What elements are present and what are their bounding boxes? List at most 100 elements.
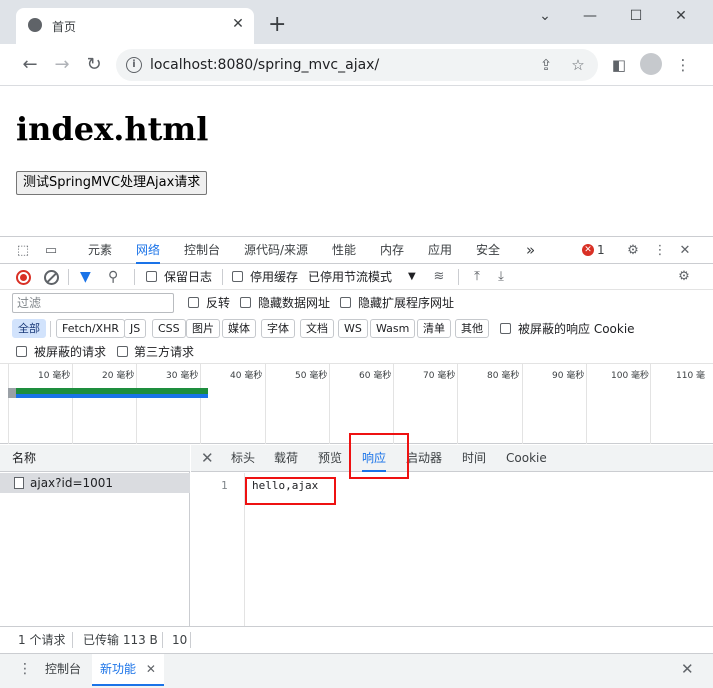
tab-application[interactable]: 应用 [428, 237, 452, 264]
address-bar[interactable]: i localhost:8080/spring_mvc_ajax/ ⇪ ☆ [116, 49, 598, 81]
chip-js[interactable]: JS [124, 319, 147, 338]
chip-all[interactable]: 全部 [12, 319, 46, 338]
chip-img[interactable]: 图片 [186, 319, 220, 338]
timeline-label: 30 毫秒 [166, 371, 199, 381]
timeline-label: 90 毫秒 [552, 371, 585, 381]
network-status-bar: 1 个请求 已传输 113 B 10 [0, 626, 713, 653]
minimize-icon[interactable]: — [575, 6, 605, 26]
site-info-icon[interactable]: i [126, 57, 142, 73]
chevron-down-icon[interactable]: ▼ [408, 264, 416, 290]
chip-doc[interactable]: 文档 [300, 319, 334, 338]
clear-icon[interactable] [44, 270, 59, 285]
import-har-icon[interactable]: ⤒ [468, 268, 486, 286]
hide-data-urls-label: 隐藏数据网址 [258, 296, 331, 310]
tab-security[interactable]: 安全 [476, 237, 500, 264]
chip-media[interactable]: 媒体 [222, 319, 256, 338]
tab-preview[interactable]: 预览 [318, 445, 342, 472]
url-text[interactable]: localhost:8080/spring_mvc_ajax/ [150, 57, 379, 73]
third-party-checkbox[interactable] [117, 346, 128, 357]
blocked-cookies-checkbox[interactable] [500, 323, 511, 334]
disable-cache-checkbox[interactable] [232, 271, 243, 282]
close-drawer-icon[interactable]: ✕ [681, 654, 694, 684]
close-detail-icon[interactable]: ✕ [201, 445, 214, 472]
name-column-header[interactable]: 名称 [0, 445, 190, 472]
close-devtools-icon[interactable]: ✕ [676, 242, 694, 260]
browser-tab[interactable]: 首页 ✕ [16, 8, 254, 44]
forward-icon[interactable]: → [50, 53, 74, 77]
drawer-tab-console[interactable]: 控制台 [45, 654, 81, 684]
blocked-requests-checkbox[interactable] [16, 346, 27, 357]
profile-avatar-icon[interactable] [640, 53, 662, 75]
timeline-gridline [8, 364, 9, 444]
tab-console[interactable]: 控制台 [184, 237, 220, 264]
chip-fetch-xhr[interactable]: Fetch/XHR [56, 319, 125, 338]
share-icon[interactable]: ⇪ [536, 55, 556, 75]
back-icon[interactable]: ← [18, 53, 42, 77]
more-tabs-icon[interactable]: » [526, 237, 535, 264]
new-tab-button[interactable]: + [268, 14, 286, 36]
chip-other[interactable]: 其他 [455, 319, 489, 338]
hide-data-urls-checkbox[interactable] [240, 297, 251, 308]
network-conditions-icon[interactable]: ≋ [430, 268, 448, 286]
request-list: 名称 ajax?id=1001 [0, 445, 190, 626]
drawer-tab-whats-new[interactable]: 新功能 ✕ [92, 654, 164, 686]
hide-extension-urls-checkbox[interactable] [340, 297, 351, 308]
drawer-menu-icon[interactable]: ⋮ [18, 654, 32, 684]
preserve-log-checkbox[interactable] [146, 271, 157, 282]
inspect-element-icon[interactable]: ⬚ [14, 242, 32, 260]
tab-timing[interactable]: 时间 [462, 445, 486, 472]
tab-payload[interactable]: 载荷 [274, 445, 298, 472]
transferred-size: 已传输 113 B [83, 633, 158, 647]
test-ajax-button[interactable]: 测试SpringMVC处理Ajax请求 [16, 171, 208, 195]
tab-sources[interactable]: 源代码/来源 [244, 237, 308, 264]
tab-memory[interactable]: 内存 [380, 237, 404, 264]
close-window-icon[interactable]: ✕ [666, 6, 696, 26]
tab-performance[interactable]: 性能 [332, 237, 356, 264]
device-toolbar-icon[interactable]: ▭ [42, 242, 60, 260]
status-extra: 10 [172, 633, 188, 647]
preserve-log-label: 保留日志 [164, 270, 213, 284]
record-icon[interactable] [16, 270, 31, 285]
chip-font[interactable]: 字体 [261, 319, 295, 338]
request-row[interactable]: ajax?id=1001 [0, 473, 190, 493]
drawer-tab-whats-new-label: 新功能 [100, 662, 137, 676]
settings-gear-icon[interactable]: ⚙ [624, 242, 642, 260]
chip-wasm[interactable]: Wasm [370, 319, 416, 338]
side-panel-icon[interactable]: ◧ [608, 54, 630, 76]
export-har-icon[interactable]: ⤓ [492, 268, 510, 286]
reload-icon[interactable]: ↻ [82, 53, 106, 77]
throttling-select[interactable]: 已停用节流模式 [308, 264, 392, 290]
tab-cookies[interactable]: Cookie [506, 445, 547, 472]
chip-manifest[interactable]: 清单 [417, 319, 451, 338]
bookmark-star-icon[interactable]: ☆ [568, 55, 588, 75]
divider [134, 269, 135, 285]
network-settings-icon[interactable]: ⚙ [675, 268, 693, 286]
tab-title: 首页 [52, 20, 77, 34]
chip-ws[interactable]: WS [338, 319, 368, 338]
close-drawer-tab-icon[interactable]: ✕ [146, 662, 156, 676]
tab-initiator[interactable]: 启动器 [406, 445, 442, 472]
timeline-label: 10 毫秒 [38, 371, 71, 381]
request-detail-pane: ✕ 标头 载荷 预览 响应 启动器 时间 Cookie 1 hello,ajax [191, 445, 713, 626]
maximize-icon[interactable]: ☐ [621, 6, 651, 26]
devtools-menu-icon[interactable]: ⋮ [651, 242, 669, 260]
invert-checkbox[interactable] [188, 297, 199, 308]
tab-headers[interactable]: 标头 [231, 445, 255, 472]
error-icon[interactable]: ✕ [582, 244, 594, 256]
browser-menu-icon[interactable]: ⋮ [672, 54, 694, 76]
search-icon[interactable]: ⚲ [108, 269, 124, 285]
globe-icon [28, 18, 42, 32]
timeline-label: 70 毫秒 [423, 371, 456, 381]
filter-icon[interactable]: ▼ [80, 269, 96, 285]
error-count[interactable]: 1 [597, 237, 605, 264]
filter-input[interactable]: 过滤 [12, 293, 174, 313]
browser-toolbar: ← → ↻ i localhost:8080/spring_mvc_ajax/ … [0, 44, 713, 86]
timeline-gridline [329, 364, 330, 444]
network-overview-timeline[interactable]: 10 毫秒 20 毫秒 30 毫秒 40 毫秒 50 毫秒 60 毫秒 70 毫… [0, 364, 713, 444]
tab-elements[interactable]: 元素 [88, 237, 112, 264]
tab-search-icon[interactable]: ⌄ [530, 6, 560, 26]
devtools-tabs: ⬚ ▭ 元素 网络 控制台 源代码/来源 性能 内存 应用 安全 » ✕ 1 ⚙… [0, 237, 713, 264]
chip-css[interactable]: CSS [152, 319, 186, 338]
tab-close-icon[interactable]: ✕ [230, 16, 246, 32]
tab-network[interactable]: 网络 [136, 237, 161, 264]
